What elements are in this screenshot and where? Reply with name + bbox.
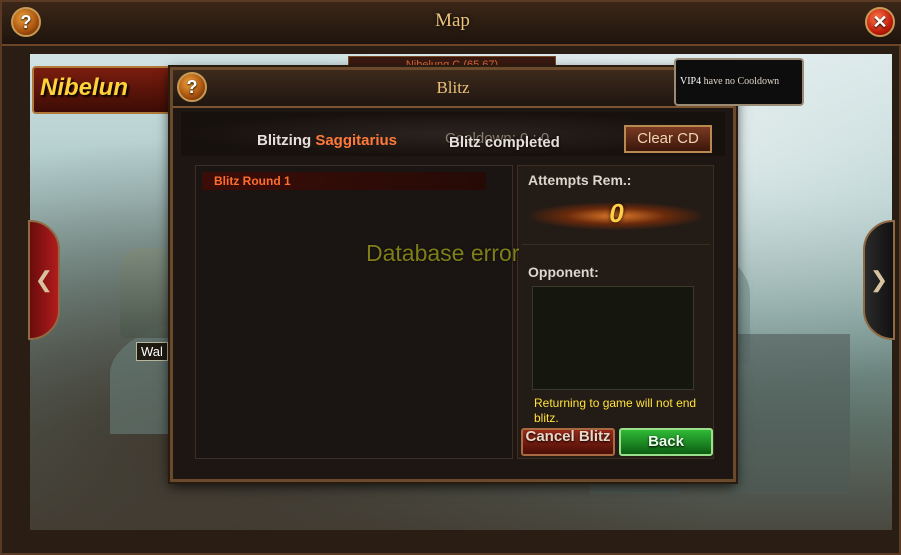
map-next-button[interactable]: ❯ [863, 220, 895, 340]
attempts-value: 0 [609, 198, 624, 228]
back-button[interactable]: Back [619, 428, 713, 456]
blitz-side-panel: Attempts Rem.: 0 Opponent: Returning to … [517, 165, 714, 459]
blitz-titlebar: ? Blitz [173, 70, 733, 108]
blitzing-prefix: Blitzing [257, 132, 316, 149]
vip-tooltip-text: VIP4 have no Cooldown [680, 76, 779, 87]
blitz-title: Blitz [436, 78, 470, 97]
map-help-button[interactable]: ? [11, 7, 41, 37]
vip-level: VIP4 [680, 76, 702, 87]
return-note: Returning to game will not end blitz. [534, 396, 697, 425]
blitz-status-text: Blitz completed [449, 134, 560, 151]
close-icon: ✕ [872, 12, 888, 32]
opponent-portrait [532, 286, 694, 390]
map-close-button[interactable]: ✕ [865, 7, 895, 37]
target-name: Saggitarius [315, 132, 398, 149]
database-error-text: Database error [366, 240, 520, 266]
blitz-log-panel: Blitz Round 1 [195, 165, 513, 459]
area-name: Nibelun [40, 74, 128, 101]
clear-cd-button[interactable]: Clear CD [624, 125, 712, 153]
round-label: Blitz Round 1 [214, 174, 291, 188]
vip-tooltip: VIP4 have no Cooldown [674, 58, 804, 106]
list-item: Blitz Round 1 [202, 172, 486, 190]
cancel-blitz-button[interactable]: Cancel Blitz [521, 428, 615, 456]
ruin-shape [730, 334, 850, 494]
blitzing-text: Blitzing Saggitarius [257, 132, 397, 149]
map-prev-button[interactable]: ❮ [28, 220, 60, 340]
attempts-label: Attempts Rem.: [528, 172, 632, 188]
vip-tooltip-rest: have no Cooldown [701, 76, 780, 87]
blitz-help-button[interactable]: ? [177, 72, 207, 102]
map-titlebar: ? Map ✕ [2, 2, 901, 46]
opponent-label: Opponent: [528, 264, 599, 280]
help-icon: ? [20, 12, 32, 32]
chevron-left-icon: ❮ [34, 267, 54, 292]
help-icon: ? [186, 77, 198, 97]
waypoint-label[interactable]: Wal [136, 342, 168, 361]
divider [522, 244, 710, 245]
chevron-right-icon: ❯ [869, 267, 889, 292]
map-title: Map [435, 10, 470, 31]
blitz-dialog: ? Blitz Blitzing Saggitarius Cooldown: 0… [170, 67, 736, 482]
